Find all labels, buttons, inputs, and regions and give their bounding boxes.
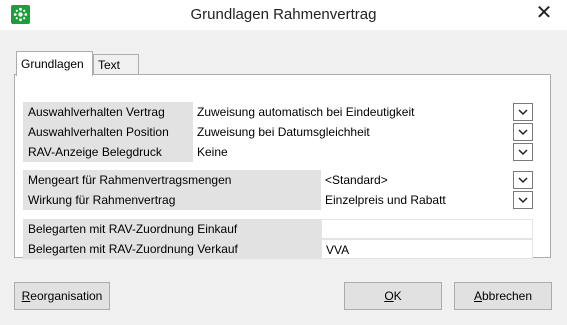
- row-wirkung: Wirkung für Rahmenvertrag Einzelpreis un…: [23, 190, 535, 210]
- cancel-button[interactable]: Abbrechen: [454, 282, 552, 310]
- chevron-down-icon[interactable]: [513, 103, 533, 121]
- button-label: eorganisation: [30, 289, 103, 303]
- label-belegarten-einkauf: Belegarten mit RAV-Zuordnung Einkauf: [23, 219, 321, 239]
- field-belegarten-verkauf[interactable]: VVA: [321, 239, 533, 259]
- button-label: bbrechen: [481, 289, 533, 303]
- row-rav-anzeige: RAV-Anzeige Belegdruck Keine: [23, 142, 535, 162]
- select-mengeart[interactable]: <Standard>: [321, 170, 509, 190]
- chevron-down-icon[interactable]: [513, 143, 533, 161]
- button-label: K: [393, 289, 402, 303]
- row-auswahl-position: Auswahlverhalten Position Zuweisung bei …: [23, 122, 535, 142]
- row-mengeart: Mengeart für Rahmenvertragsmengen <Stand…: [23, 170, 535, 190]
- tab-text[interactable]: Text: [93, 54, 139, 74]
- chevron-down-icon[interactable]: [513, 191, 533, 209]
- button-mnemonic: O: [384, 289, 394, 303]
- select-wirkung-rahmenvertrag[interactable]: Einzelpreis und Rabatt: [321, 190, 509, 210]
- label-wirkung-rahmenvertrag: Wirkung für Rahmenvertrag: [23, 190, 321, 210]
- select-rav-anzeige-belegdruck[interactable]: Keine: [193, 142, 509, 162]
- close-icon[interactable]: ✕: [531, 1, 557, 25]
- tab-panel-grundlagen: Auswahlverhalten Vertrag Zuweisung autom…: [14, 74, 551, 259]
- label-belegarten-verkauf: Belegarten mit RAV-Zuordnung Verkauf: [23, 239, 321, 259]
- row-belegarten-verkauf: Belegarten mit RAV-Zuordnung Verkauf VVA: [23, 239, 535, 259]
- button-mnemonic: A: [473, 289, 482, 303]
- row-belegarten-einkauf: Belegarten mit RAV-Zuordnung Einkauf: [23, 219, 535, 239]
- label-rav-anzeige-belegdruck: RAV-Anzeige Belegdruck: [23, 142, 193, 162]
- field-belegarten-einkauf[interactable]: [321, 219, 533, 239]
- chevron-down-icon[interactable]: [513, 123, 533, 141]
- dialog-client-area: Grundlagen Text Auswahlverhalten Vertrag…: [0, 30, 567, 325]
- label-mengeart: Mengeart für Rahmenvertragsmengen: [23, 170, 321, 190]
- label-auswahlverhalten-position: Auswahlverhalten Position: [23, 122, 193, 142]
- ok-button[interactable]: OK: [344, 282, 442, 310]
- label-auswahlverhalten-vertrag: Auswahlverhalten Vertrag: [23, 102, 193, 122]
- chevron-down-icon[interactable]: [513, 171, 533, 189]
- tab-grundlagen[interactable]: Grundlagen: [16, 51, 93, 76]
- title-bar: Grundlagen Rahmenvertrag ✕: [0, 0, 567, 30]
- row-auswahl-vertrag: Auswahlverhalten Vertrag Zuweisung autom…: [23, 102, 535, 122]
- select-auswahlverhalten-vertrag[interactable]: Zuweisung automatisch bei Eindeutigkeit: [193, 102, 509, 122]
- select-auswahlverhalten-position[interactable]: Zuweisung bei Datumsgleichheit: [193, 122, 509, 142]
- window-title: Grundlagen Rahmenvertrag: [190, 6, 377, 23]
- reorganisation-button[interactable]: Reorganisation: [14, 282, 110, 310]
- button-mnemonic: R: [21, 289, 31, 303]
